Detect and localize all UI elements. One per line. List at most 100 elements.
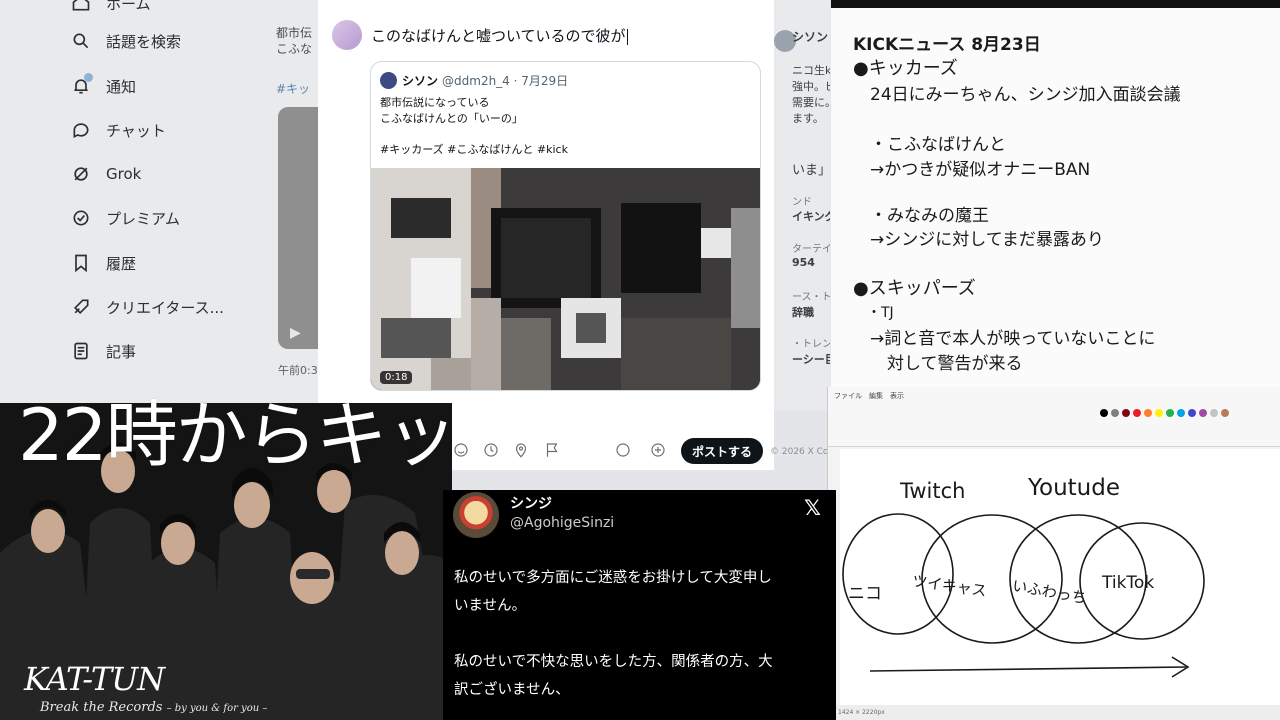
canvas-label-twitch: Twitch — [900, 479, 966, 503]
sidebar-item-label: Grok — [106, 165, 142, 183]
paint-status-bar: 1424 × 2220px — [828, 705, 1280, 720]
sidebar-item-label: 記事 — [106, 342, 137, 361]
stream-overlay-headline: 22時からキッ — [18, 393, 458, 477]
sidebar-item-label: 通知 — [106, 77, 137, 96]
news-title: KICKニュース 8月23日 — [853, 35, 1041, 55]
color-swatch[interactable] — [1221, 409, 1229, 417]
pixelated-video-frame — [371, 168, 760, 390]
flag-icon[interactable] — [543, 441, 563, 461]
trend-category: ターテイン — [792, 244, 830, 255]
news-line: →かつきが疑似オナニーBAN — [853, 160, 1091, 180]
canvas-label-tiktok: TikTok — [1102, 573, 1155, 593]
sidebar-item-premium[interactable]: プレミアム — [70, 203, 180, 233]
apology-post-card: シンジ @AgohigeSinzi 𝕏 私のせいで多方面にご迷惑をお掛けして大変… — [443, 490, 836, 720]
trend-title[interactable]: イキングタ — [792, 208, 830, 224]
feed-text: 都市伝 — [276, 26, 313, 40]
avatar — [453, 492, 499, 538]
trend-author: シソン — [792, 30, 829, 44]
bookmark-icon — [70, 252, 92, 274]
post-button[interactable]: ポストする — [681, 438, 763, 464]
sidebar-item-label: プレミアム — [106, 209, 180, 228]
sidebar-item-chat[interactable]: チャット — [70, 115, 166, 145]
sidebar-item-label: クリエイタース... — [106, 298, 224, 317]
color-swatch[interactable] — [1210, 409, 1218, 417]
sidebar-item-notifications[interactable]: 通知 — [70, 71, 136, 101]
compose-text-input[interactable]: このなばけんと嘘ついているので彼が — [371, 25, 628, 46]
color-swatch[interactable] — [1188, 409, 1196, 417]
paint-canvas[interactable]: Twitch Youtude ニコ ツイキャス いふわっち TikTok — [840, 449, 1280, 705]
sidebar-item-search[interactable]: 話題を検索 — [70, 26, 181, 56]
quoted-post-header: シソン @ddm2h_4 · 7月29日 — [380, 72, 568, 89]
news-line: ●スキッパーズ — [853, 278, 976, 299]
album-brand-logo: KAT-TUN — [24, 660, 165, 698]
grok-icon — [70, 163, 92, 185]
canvas-label-youtube: Youtude — [1028, 475, 1120, 501]
sidebar-item-grok[interactable]: Grok — [70, 159, 141, 189]
news-line: ・みなみの魔王 — [853, 206, 989, 226]
trend-text: 強中。ビ — [792, 80, 830, 93]
avatar — [380, 72, 397, 89]
paint-window: ファイル 編集 表示 Twitch Youtude ニコ ツイキャス いふわっち… — [827, 387, 1280, 720]
trend-category: ・トレンド — [792, 339, 830, 350]
trend-text: 需要に。 — [792, 96, 830, 109]
quoted-post-text: こふなばけんとの「いーの」 — [380, 112, 523, 125]
paint-ribbon: ファイル 編集 表示 — [828, 387, 1280, 447]
color-swatch[interactable] — [1199, 409, 1207, 417]
quoted-video[interactable]: 0:18 — [371, 168, 760, 390]
quoted-post-text: 都市伝説になっている — [380, 96, 490, 109]
color-swatch[interactable] — [1144, 409, 1152, 417]
trend-title[interactable]: 辞職 — [792, 304, 814, 320]
schedule-icon[interactable] — [482, 441, 502, 461]
verified-icon — [70, 207, 92, 229]
char-count-ring-icon — [614, 441, 634, 461]
sidebar-item-label: チャット — [106, 121, 166, 140]
color-swatch[interactable] — [1100, 409, 1108, 417]
notification-badge — [84, 73, 93, 82]
kick-news-board: KICKニュース 8月23日 ●キッカーズ 24日にみーちゃん、シンジ加入面談会… — [831, 0, 1280, 392]
play-icon: ▶ — [290, 325, 301, 341]
quoted-author-name: シソン — [402, 74, 439, 88]
sidebar-item-label: 履歴 — [106, 254, 137, 273]
news-line: 24日にみーちゃん、シンジ加入面談会議 — [853, 85, 1181, 105]
post-author-name: シンジ — [510, 496, 552, 512]
trend-text: いま」を — [792, 163, 830, 178]
rocket-icon — [70, 296, 92, 318]
home-icon — [70, 0, 92, 14]
trend-category: ース・トレン — [792, 292, 830, 303]
feed-hashtag[interactable]: #キッ — [276, 81, 310, 97]
trend-title[interactable]: ーシー巨 — [792, 351, 830, 367]
post-author-handle: @AgohigeSinzi — [510, 515, 615, 531]
quoted-post[interactable]: シソン @ddm2h_4 · 7月29日 都市伝説になっている こふなばけんとの… — [370, 61, 761, 391]
color-swatch[interactable] — [1155, 409, 1163, 417]
trend-text: ニコ生k — [792, 64, 830, 77]
color-swatch[interactable] — [1166, 409, 1174, 417]
post-text: いません。 — [454, 598, 527, 614]
location-icon[interactable] — [512, 441, 532, 461]
search-icon — [70, 30, 92, 52]
sidebar-item-bookmarks[interactable]: 履歴 — [70, 248, 136, 278]
color-swatch[interactable] — [1111, 409, 1119, 417]
color-swatch[interactable] — [1177, 409, 1185, 417]
canvas-label-niconico: ニコ — [848, 584, 882, 604]
color-swatch[interactable] — [1122, 409, 1130, 417]
trend-title[interactable]: 954 — [792, 256, 815, 269]
trend-text: ます。 — [792, 112, 824, 125]
chat-icon — [70, 119, 92, 141]
sidebar-item-label: ホーム — [106, 0, 151, 13]
sidebar-item-home[interactable]: ホーム — [70, 0, 151, 18]
news-line: 対して警告が来る — [853, 354, 1023, 374]
color-swatch[interactable] — [1133, 409, 1141, 417]
sidebar-item-articles[interactable]: 記事 — [70, 336, 136, 366]
sidebar-item-creator-studio[interactable]: クリエイタース... — [70, 292, 224, 322]
paint-menu-bar[interactable]: ファイル 編集 表示 — [834, 391, 904, 401]
news-line: ・TJ — [853, 305, 894, 321]
post-text: 私のせいで多方面にご迷惑をお掛けして大変申し — [454, 570, 772, 586]
post-text: 訳ございません、 — [454, 682, 570, 698]
article-icon — [70, 340, 92, 362]
add-post-icon[interactable] — [649, 441, 669, 461]
news-line: ●キッカーズ — [853, 58, 958, 79]
album-subtitle: Break the Records – by you & for you – — [40, 700, 268, 715]
feed-text: こふな — [276, 42, 313, 56]
x-logo-icon: 𝕏 — [804, 496, 821, 520]
news-line: →詞と音で本人が映っていないことに — [853, 329, 1156, 349]
